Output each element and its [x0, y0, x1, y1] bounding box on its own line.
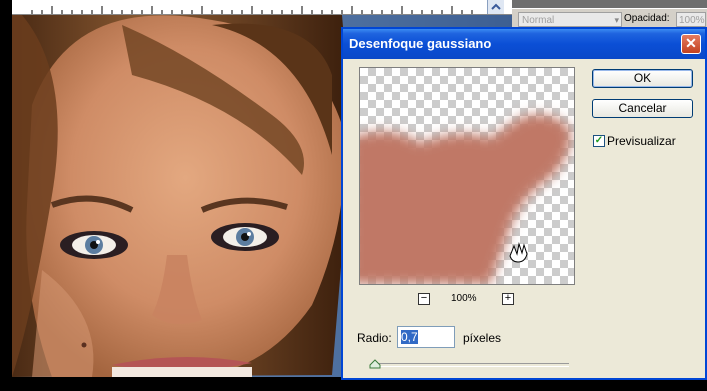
- preview-checkbox[interactable]: ✓: [593, 135, 605, 147]
- gaussian-blur-dialog: Desenfoque gaussiano ✕ − 100% + OK Cance…: [341, 27, 707, 380]
- cancel-button[interactable]: Cancelar: [592, 99, 693, 118]
- dialog-titlebar[interactable]: Desenfoque gaussiano ✕: [343, 29, 705, 59]
- opacity-field[interactable]: 100%: [676, 12, 706, 27]
- blend-mode-value: Normal: [522, 15, 555, 26]
- ok-button[interactable]: OK: [592, 69, 693, 88]
- blend-mode-select[interactable]: Normal ▾: [518, 12, 622, 27]
- radius-units-label: píxeles: [463, 331, 502, 345]
- radius-slider-track[interactable]: [371, 363, 569, 367]
- zoom-out-button[interactable]: −: [418, 293, 430, 305]
- blurred-preview-image: [360, 114, 571, 284]
- preview-label: Previsualizar: [607, 134, 676, 148]
- opacity-label: Opacidad:: [624, 13, 670, 24]
- hand-tool-icon: [509, 242, 528, 263]
- radius-input[interactable]: 0,7: [397, 326, 455, 348]
- radius-label: Radio:: [357, 331, 392, 345]
- ruler-scroll-button[interactable]: [487, 0, 504, 14]
- preview-window[interactable]: [359, 67, 575, 285]
- ruler-ticks: [31, 6, 473, 14]
- close-icon: ✕: [685, 35, 697, 51]
- zoom-level: 100%: [451, 293, 477, 304]
- chevron-down-icon: ▾: [614, 15, 619, 25]
- zoom-in-button[interactable]: +: [502, 293, 514, 305]
- dialog-title: Desenfoque gaussiano: [349, 36, 492, 51]
- horizontal-ruler: [12, 0, 512, 15]
- checkmark-icon: ✓: [594, 135, 604, 146]
- plus-icon: +: [504, 292, 512, 304]
- radius-slider-handle[interactable]: [369, 359, 381, 369]
- radius-value: 0,7: [401, 330, 418, 344]
- minus-icon: −: [420, 292, 428, 304]
- close-button[interactable]: ✕: [681, 34, 701, 54]
- chevron-up-icon: [491, 3, 501, 10]
